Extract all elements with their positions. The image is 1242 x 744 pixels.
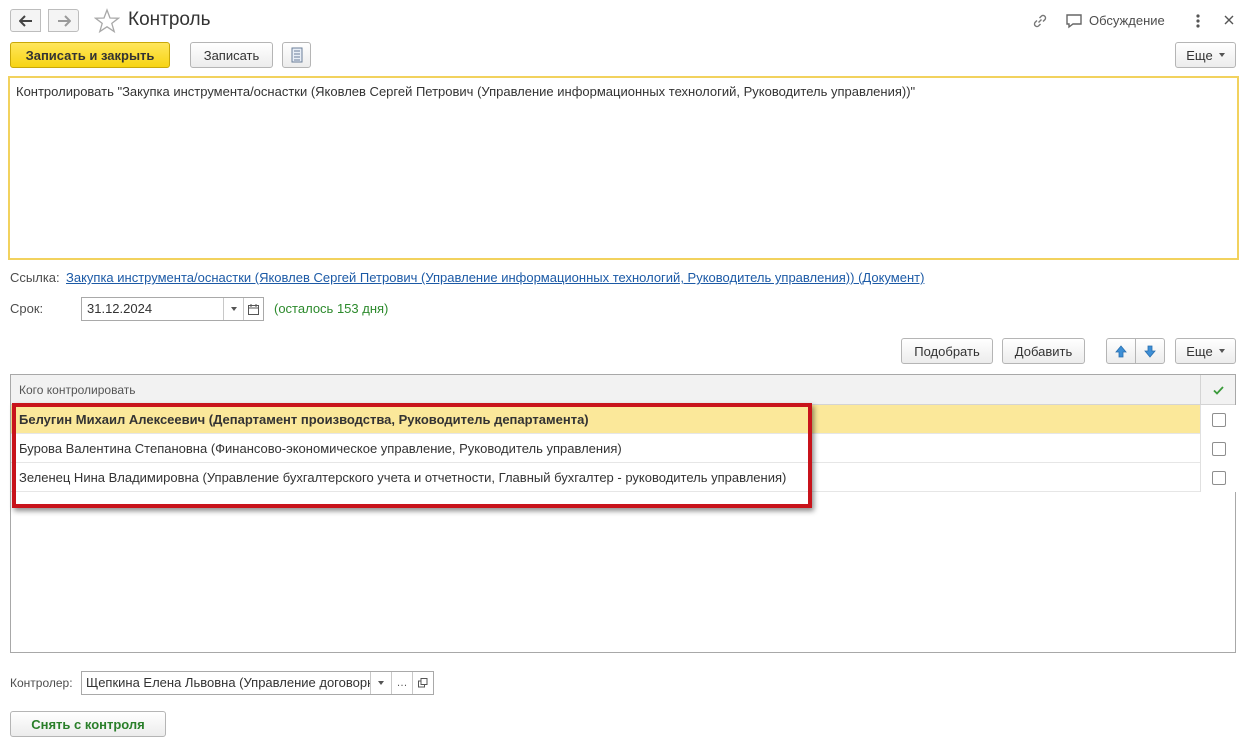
arrow-left-icon xyxy=(18,14,32,27)
more-vertical-icon[interactable] xyxy=(1193,12,1203,30)
remaining-days: (осталось 153 дня) xyxy=(274,301,389,316)
caret-down-icon xyxy=(1218,53,1225,57)
arrow-up-icon xyxy=(1115,344,1127,357)
forward-button[interactable] xyxy=(48,9,79,32)
controller-open-button[interactable] xyxy=(412,672,433,694)
more-button-top[interactable]: Еще xyxy=(1175,42,1236,68)
caret-down-icon xyxy=(230,307,237,311)
checkmark-icon xyxy=(1213,385,1224,395)
arrow-right-icon xyxy=(57,14,71,27)
person-name: Зеленец Нина Владимировна (Управление бу… xyxy=(19,470,787,485)
open-window-icon xyxy=(418,678,428,688)
discussion-icon[interactable] xyxy=(1065,12,1083,30)
controlled-persons-table[interactable]: Кого контролировать Белугин Михаил Алекс… xyxy=(10,374,1236,653)
arrow-down-icon xyxy=(1144,345,1156,358)
deadline-input[interactable]: 31.12.2024 xyxy=(82,298,223,320)
reference-link[interactable]: Закупка инструмента/оснастки (Яковлев Се… xyxy=(66,270,924,285)
back-button[interactable] xyxy=(10,9,41,32)
calendar-icon xyxy=(248,303,259,315)
column-header-check[interactable] xyxy=(1200,375,1236,405)
deadline-dropdown-button[interactable] xyxy=(223,298,243,320)
more-button-list[interactable]: Еще xyxy=(1175,338,1236,364)
row-checkbox[interactable] xyxy=(1211,412,1226,427)
remove-from-control-button[interactable]: Снять с контроля xyxy=(10,711,166,737)
move-up-button[interactable] xyxy=(1106,338,1136,364)
caret-down-icon xyxy=(1218,349,1225,353)
controller-field[interactable]: Щепкина Елена Львовна (Управление догово… xyxy=(81,671,434,695)
table-row[interactable]: Бурова Валентина Степановна (Финансово-э… xyxy=(11,434,1236,463)
table-row[interactable]: Зеленец Нина Владимировна (Управление бу… xyxy=(11,463,1236,492)
add-button[interactable]: Добавить xyxy=(1002,338,1085,364)
more-label: Еще xyxy=(1186,47,1213,63)
report-button[interactable] xyxy=(282,42,311,68)
person-name: Белугин Михаил Алексеевич (Департамент п… xyxy=(19,412,589,427)
row-checkbox[interactable] xyxy=(1211,470,1226,485)
close-icon[interactable] xyxy=(1221,12,1237,28)
save-button[interactable]: Записать xyxy=(190,42,273,68)
controller-label: Контролер: xyxy=(10,676,73,690)
page-title: Контроль xyxy=(128,9,211,30)
link-icon[interactable] xyxy=(1031,12,1049,30)
caret-down-icon xyxy=(378,681,384,685)
controller-select-button[interactable]: … xyxy=(391,672,412,694)
list-document-icon xyxy=(291,47,302,63)
discussion-link[interactable]: Обсуждение xyxy=(1089,13,1165,28)
row-checkbox[interactable] xyxy=(1211,441,1226,456)
table-header: Кого контролировать xyxy=(11,375,1235,405)
comment-textarea[interactable]: Контролировать "Закупка инструмента/осна… xyxy=(8,76,1239,260)
deadline-field[interactable]: 31.12.2024 xyxy=(81,297,264,321)
move-down-button[interactable] xyxy=(1135,338,1165,364)
ellipsis-icon: … xyxy=(396,677,408,689)
reference-label: Ссылка: xyxy=(10,270,60,285)
calendar-button[interactable] xyxy=(243,298,263,320)
table-row[interactable]: Белугин Михаил Алексеевич (Департамент п… xyxy=(11,405,1236,434)
person-name: Бурова Валентина Степановна (Финансово-э… xyxy=(19,441,622,456)
save-and-close-button[interactable]: Записать и закрыть xyxy=(10,42,170,68)
deadline-label: Срок: xyxy=(10,301,44,316)
pick-button[interactable]: Подобрать xyxy=(901,338,993,364)
controller-dropdown-button[interactable] xyxy=(370,672,391,694)
controller-input[interactable]: Щепкина Елена Львовна (Управление догово… xyxy=(82,672,370,694)
more-label: Еще xyxy=(1186,343,1213,359)
column-header-persons[interactable]: Кого контролировать xyxy=(19,383,136,397)
star-icon[interactable] xyxy=(94,8,120,34)
